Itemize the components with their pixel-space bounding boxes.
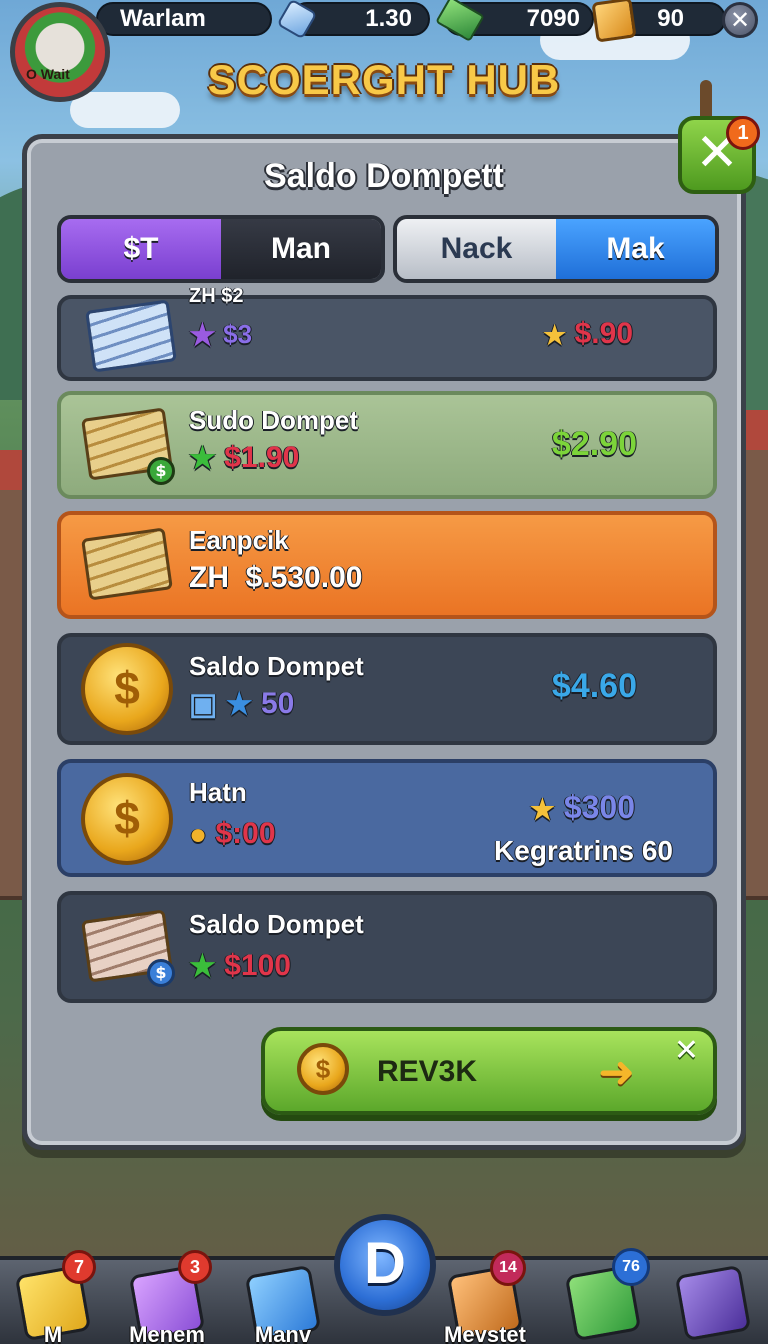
hub-title: SCOERGHT HUB: [207, 56, 561, 103]
gems-value: 1.30: [365, 5, 412, 32]
close-icon[interactable]: ✕: [674, 1033, 699, 1068]
row-title: Sudo Dompet: [189, 405, 358, 435]
nav-label: Mevstet: [444, 1322, 526, 1344]
tab-man-label: Man: [271, 232, 331, 265]
row-sub-value: $1.90: [224, 441, 300, 474]
player-name-pill: Warlam: [96, 2, 272, 36]
tab-mak[interactable]: Mak: [556, 219, 715, 279]
row-price: ★ $.90: [543, 317, 633, 351]
row-extra: Kegratrins 60: [494, 835, 673, 866]
nav-badge: 76: [612, 1248, 650, 1286]
list-item[interactable]: $ Saldo Dompet ▣ ★ 50 $4.60: [57, 633, 717, 745]
list-item-selected[interactable]: Eanpcik ZH $.530.00: [57, 511, 717, 619]
row-sub: ★ $1.90: [189, 441, 299, 475]
row-sub: ★ $100: [189, 949, 291, 983]
center-play-button[interactable]: D: [334, 1214, 436, 1316]
crates-value: 90: [657, 5, 684, 32]
center-button-label: D: [364, 1231, 406, 1296]
row-price: $2.90: [551, 425, 637, 463]
star-icon: ★: [189, 442, 216, 476]
nav-item-manv[interactable]: Manv: [238, 1260, 328, 1344]
tab-nack[interactable]: Nack: [397, 219, 556, 279]
row-sub-value: $3: [223, 319, 253, 349]
star-icon: ★: [189, 319, 216, 353]
tab-group-right: Nack Mak: [393, 215, 719, 283]
row-sub-value: 50: [260, 687, 295, 720]
row-sub: ▣ ★ 50: [189, 687, 294, 721]
dollar-coin-icon: $: [147, 457, 175, 485]
gold-coin-icon: $: [81, 643, 173, 735]
row-title: ZH $2: [189, 285, 244, 307]
row-title: Eanpcik: [189, 525, 289, 555]
card-stack-icon: [85, 299, 177, 373]
top-hud: Warlam 1.30 7090 90 ✕ O Wait: [0, 0, 768, 102]
tab-man[interactable]: Man: [221, 219, 381, 279]
close-hud-button[interactable]: ✕: [722, 2, 758, 38]
notification-badge: 1: [726, 116, 760, 150]
row-price: ★ $300: [530, 789, 635, 826]
nav-badge: 7: [62, 1250, 96, 1284]
panel-title: Saldo Dompett: [264, 157, 504, 195]
nav-label: M: [43, 1322, 63, 1344]
cash-value: 7090: [526, 5, 580, 32]
tab-st-label: $T: [123, 232, 159, 265]
star-icon: ★: [189, 950, 216, 984]
wallet-panel: Saldo Dompett $T Man Nack Mak ZH $2 ★ $3…: [22, 134, 746, 1150]
star-icon: ★: [529, 793, 555, 825]
list-item[interactable]: ZH $2 ★ $3 ★ $.90: [57, 285, 717, 381]
nav-badge: 14: [490, 1250, 526, 1286]
row-sub-value: $.530.00: [245, 561, 363, 594]
row-sub: ● $:00: [189, 817, 276, 851]
tab-st[interactable]: $T: [61, 219, 221, 279]
row-sub-prefix: ZH: [189, 561, 229, 594]
row-title: Hatn: [189, 777, 247, 807]
nav-label: Manv: [254, 1322, 312, 1344]
crate-icon: ▣: [189, 688, 218, 722]
row-sub-value: $:00: [215, 817, 276, 850]
confirm-button[interactable]: $ REV3K ➜ ✕: [261, 1027, 717, 1115]
row-title: Saldo Dompet: [189, 909, 364, 939]
star-icon: ★: [225, 688, 253, 722]
coin-icon: $: [297, 1043, 349, 1095]
row-price-value: $.90: [574, 317, 633, 350]
star-icon: ★: [542, 320, 567, 351]
list-item[interactable]: $ Sudo Dompet ★ $1.90 $2.90: [57, 391, 717, 499]
nav-badge: 3: [178, 1250, 212, 1284]
close-icon: ✕: [729, 6, 751, 34]
purple-box-icon: [674, 1264, 752, 1342]
tab-group-left: $T Man: [57, 215, 385, 283]
crate-icon: [591, 0, 637, 43]
row-price-value: $300: [563, 789, 635, 825]
player-name: Warlam: [120, 5, 206, 32]
list-item[interactable]: $ Saldo Dompet ★ $100: [57, 891, 717, 1003]
nav-label: Menem: [129, 1322, 205, 1344]
nav-item-purple-box[interactable]: [668, 1260, 758, 1344]
arrow-right-icon: ➜: [598, 1047, 635, 1098]
gold-coin-icon: $: [81, 773, 173, 865]
row-title: Saldo Dompet: [189, 651, 364, 681]
row-sub: ★ $3: [189, 319, 252, 351]
coin-icon: ●: [189, 818, 208, 852]
cash-stack-icon: [81, 527, 173, 601]
tab-nack-label: Nack: [440, 232, 513, 265]
row-sub-value: $100: [224, 949, 291, 982]
confirm-button-label: REV3K: [377, 1055, 478, 1088]
row-sub: ZH $.530.00: [189, 561, 362, 595]
row-price: $4.60: [551, 667, 637, 705]
list-item[interactable]: $ Hatn ● $:00 ★ $300 Kegratrins 60: [57, 759, 717, 877]
tab-mak-label: Mak: [606, 232, 665, 265]
dollar-coin-icon: $: [147, 959, 175, 987]
